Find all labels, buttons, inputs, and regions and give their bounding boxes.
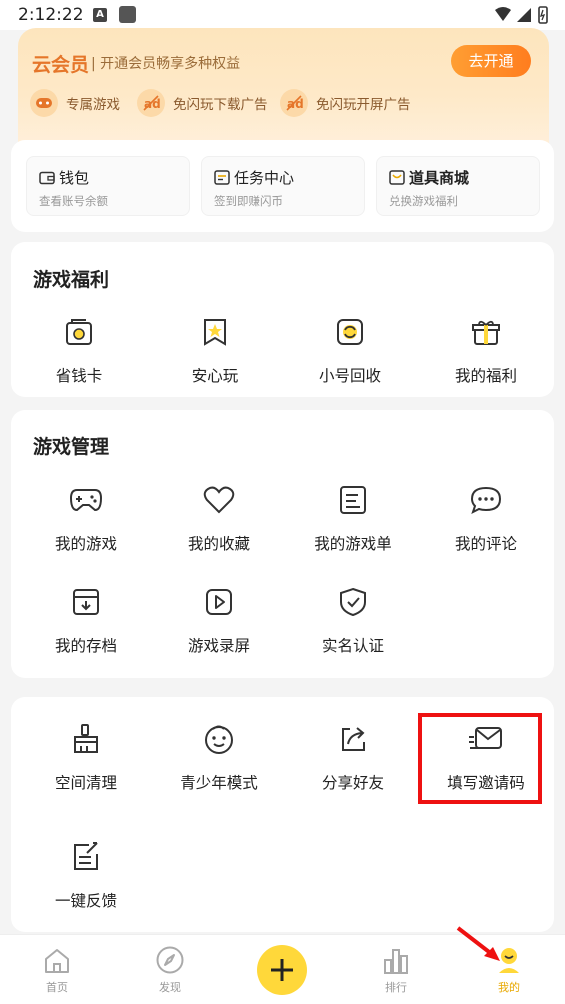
tab-label: 我的 [498, 981, 520, 994]
item-label: 小号回收 [318, 367, 381, 385]
item-label: 我的存档 [54, 637, 117, 655]
item-shop-entry[interactable]: 道具商城 兑换游戏福利 [376, 156, 540, 216]
gamepad-icon [30, 89, 58, 117]
perk-label: 免闪玩下载广告 [173, 97, 268, 113]
item-label: 我的福利 [454, 367, 517, 385]
tab-home[interactable]: 首页 [17, 935, 97, 995]
arrow-annotation-icon [456, 926, 500, 961]
real-name-auth-item[interactable]: 实名认证 [288, 582, 418, 656]
gamepad-icon [66, 480, 106, 520]
no-ads-icon: ad [280, 89, 308, 117]
star-ribbon-icon [195, 312, 235, 352]
svg-text:ad: ad [287, 97, 303, 111]
my-games-item[interactable]: 我的游戏 [21, 480, 151, 554]
item-label: 游戏录屏 [187, 637, 250, 655]
item-label: 青少年模式 [180, 774, 258, 792]
item-label: 一键反馈 [54, 892, 117, 910]
share-icon [333, 719, 373, 759]
compass-icon [130, 935, 210, 975]
safe-play-item[interactable]: 安心玩 [150, 312, 280, 386]
my-welfare-item[interactable]: 我的福利 [421, 312, 551, 386]
save-box-icon [66, 582, 106, 622]
perk-exclusive-games: 专属游戏 [30, 88, 120, 118]
task-center-entry[interactable]: 任务中心 签到即赚闪币 [201, 156, 365, 216]
item-label: 安心玩 [191, 367, 239, 385]
heart-icon [199, 480, 239, 520]
broom-icon [66, 719, 106, 759]
item-label: 空间清理 [54, 774, 117, 792]
my-favorites-item[interactable]: 我的收藏 [154, 480, 284, 554]
vip-title: 云会员 [32, 54, 90, 76]
tab-ranking[interactable]: 排行 [356, 935, 436, 995]
perk-label: 免闪玩开屏广告 [316, 97, 411, 113]
highlight-annotation [418, 713, 542, 804]
tab-label: 发现 [159, 981, 181, 994]
wifi-icon [495, 7, 511, 21]
notification-square-icon [119, 6, 136, 23]
bar-chart-icon [356, 935, 436, 975]
section-title: 游戏福利 [33, 269, 110, 291]
plus-icon [271, 959, 293, 981]
activate-vip-button[interactable]: 去开通 [451, 45, 531, 77]
task-center-title: 任务中心 [234, 169, 295, 187]
savings-card-icon [59, 312, 99, 352]
feedback-item[interactable]: 一键反馈 [21, 837, 151, 911]
shop-icon [389, 170, 405, 185]
game-recording-item[interactable]: 游戏录屏 [154, 582, 284, 656]
item-label: 省钱卡 [55, 367, 103, 385]
item-shop-title: 道具商城 [409, 169, 470, 187]
vip-banner[interactable]: 云会员 | 开通会员畅享多种权益 去开通 专属游戏 ad 免闪玩下载广告 ad … [18, 28, 549, 150]
item-label: 实名认证 [321, 637, 384, 655]
task-center-subtitle: 签到即赚闪币 [214, 194, 283, 208]
tab-label: 排行 [385, 981, 407, 994]
item-label: 我的游戏单 [314, 535, 392, 553]
quick-entry-card: 钱包 查看账号余额 任务中心 签到即赚闪币 道具商城 兑换游戏福利 [11, 140, 554, 232]
youth-mode-item[interactable]: 青少年模式 [154, 719, 284, 793]
chat-bubble-icon [466, 480, 506, 520]
share-friends-item[interactable]: 分享好友 [288, 719, 418, 793]
wallet-icon [39, 171, 55, 184]
item-shop-subtitle: 兑换游戏福利 [389, 194, 458, 208]
home-icon [17, 935, 97, 975]
child-face-icon [199, 719, 239, 759]
account-recycle-item[interactable]: 小号回收 [285, 312, 415, 386]
signal-icon [517, 8, 531, 22]
game-welfare-card: 游戏福利 省钱卡 安心玩 小号回收 我的福利 [11, 242, 554, 397]
no-ads-icon: ad [137, 89, 165, 117]
system-icons [493, 5, 553, 25]
my-saves-item[interactable]: 我的存档 [21, 582, 151, 656]
create-plus-button[interactable] [257, 945, 307, 995]
perk-label: 专属游戏 [66, 97, 120, 113]
wallet-entry[interactable]: 钱包 查看账号余额 [26, 156, 190, 216]
wallet-title: 钱包 [59, 169, 90, 187]
my-game-list-item[interactable]: 我的游戏单 [288, 480, 418, 554]
status-bar: 2:12:22 A [0, 0, 565, 30]
gift-icon [466, 312, 506, 352]
tab-discover[interactable]: 发现 [130, 935, 210, 995]
recycle-icon [330, 312, 370, 352]
money-saving-card-item[interactable]: 省钱卡 [14, 312, 144, 386]
item-label: 我的游戏 [54, 535, 117, 553]
space-cleanup-item[interactable]: 空间清理 [21, 719, 151, 793]
play-video-icon [199, 582, 239, 622]
item-label: 分享好友 [321, 774, 384, 792]
tab-label: 首页 [46, 981, 68, 994]
section-title: 游戏管理 [33, 436, 110, 458]
my-comments-item[interactable]: 我的评论 [421, 480, 551, 554]
game-management-card: 游戏管理 我的游戏 我的收藏 我的游戏单 我的评论 我的存档 游戏录屏 实名认证 [11, 410, 554, 678]
vip-description: | 开通会员畅享多种权益 [91, 56, 241, 72]
list-document-icon [333, 480, 373, 520]
svg-text:ad: ad [144, 97, 160, 111]
edit-note-icon [66, 837, 106, 877]
wallet-subtitle: 查看账号余额 [39, 194, 108, 208]
item-label: 我的评论 [454, 535, 517, 553]
perk-no-splash-ads: ad 免闪玩开屏广告 [280, 88, 411, 118]
shield-check-icon [333, 582, 373, 622]
task-icon [214, 170, 230, 185]
notification-a-icon: A [93, 8, 107, 22]
item-label: 我的收藏 [187, 535, 250, 553]
status-time: 2:12:22 [18, 5, 84, 25]
perk-no-download-ads: ad 免闪玩下载广告 [137, 88, 268, 118]
